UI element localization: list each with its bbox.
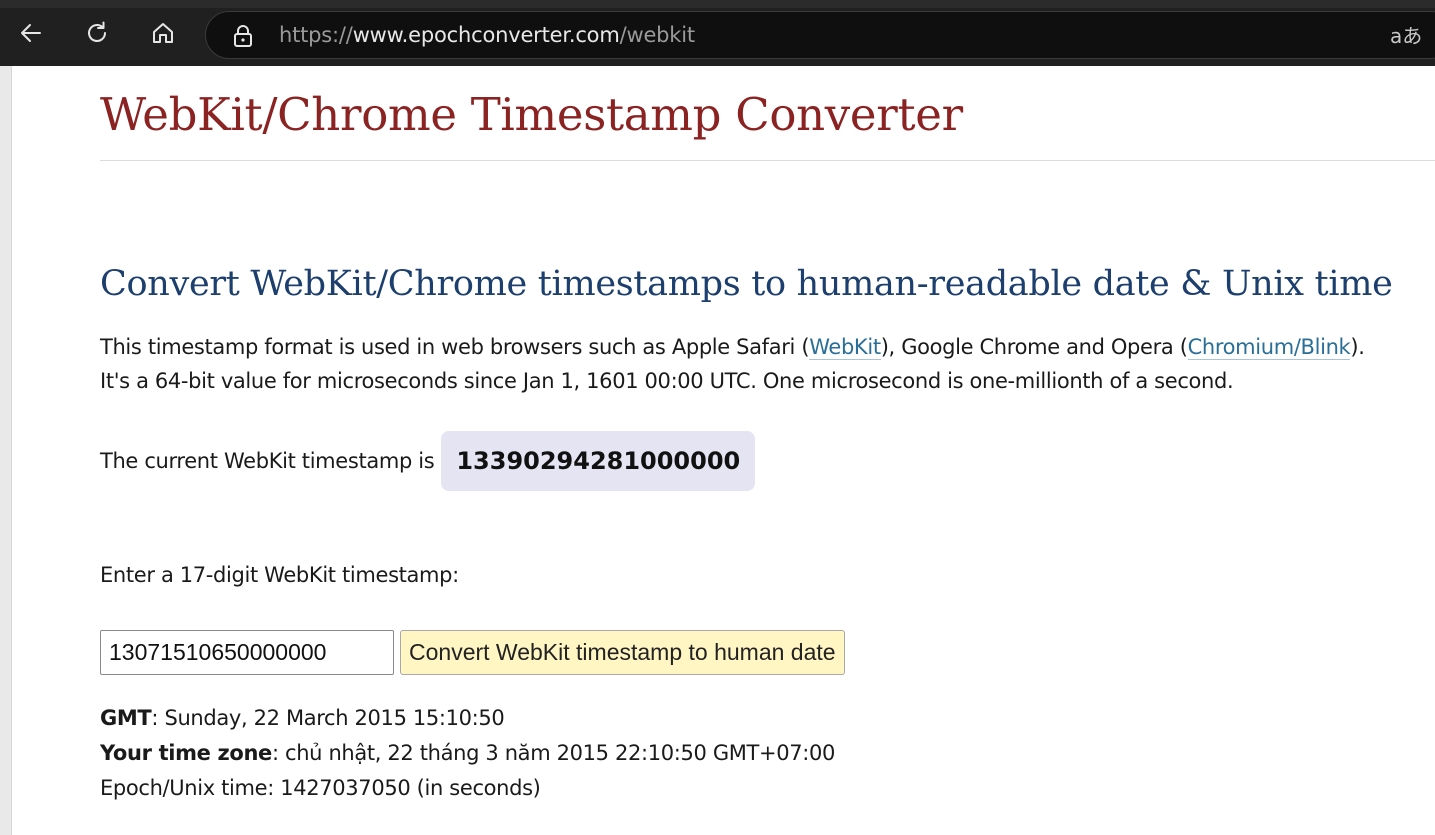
current-timestamp-label: The current WebKit timestamp is (100, 449, 435, 473)
site-title[interactable]: WebKit/Chrome Timestamp Converter (100, 88, 963, 141)
intro-text-3: ). (1350, 335, 1365, 359)
current-timestamp-value: 13390294281000000 (441, 431, 756, 491)
gmt-value: : Sunday, 22 March 2015 15:10:50 (151, 706, 505, 730)
home-button[interactable] (143, 13, 183, 53)
address-bar[interactable]: https://www.epochconverter.com/webkit (205, 11, 1435, 59)
reload-icon (88, 21, 106, 42)
title-divider (100, 160, 1435, 161)
url-host: www.epochconverter.com (352, 23, 620, 47)
result-timezone: Your time zone: chủ nhật, 22 tháng 3 năm… (100, 736, 835, 771)
intro-text-line2: It's a 64-bit value for microseconds sin… (100, 369, 1234, 393)
page-scroll-edge (0, 66, 12, 835)
webkit-link[interactable]: WebKit (809, 335, 881, 360)
translate-icon[interactable]: aあ (1390, 20, 1422, 49)
url-text[interactable]: https://www.epochconverter.com/webkit (279, 23, 695, 47)
intro-text-2: ), Google Chrome and Opera ( (880, 335, 1188, 359)
lock-icon[interactable] (232, 24, 254, 48)
enter-timestamp-label: Enter a 17-digit WebKit timestamp: (100, 563, 459, 587)
result-epoch: Epoch/Unix time: 1427037050 (in seconds) (100, 776, 541, 800)
url-scheme: https:// (279, 23, 353, 47)
reload-button[interactable] (77, 13, 117, 53)
webkit-timestamp-input[interactable] (100, 630, 394, 675)
conversion-results: GMT: Sunday, 22 March 2015 15:10:50 Your… (100, 701, 835, 806)
browser-toolbar: https://www.epochconverter.com/webkit aあ (0, 0, 1435, 66)
convert-button[interactable]: Convert WebKit timestamp to human date (400, 630, 845, 675)
tab-strip (0, 0, 1435, 8)
home-icon (153, 23, 173, 43)
result-gmt: GMT: Sunday, 22 March 2015 15:10:50 (100, 701, 835, 736)
section-heading: Convert WebKit/Chrome timestamps to huma… (100, 264, 1393, 304)
back-arrow-icon (21, 24, 41, 42)
timezone-value: : chủ nhật, 22 tháng 3 năm 2015 22:10:50… (271, 741, 836, 765)
url-path: /webkit (619, 23, 696, 47)
intro-text-1: This timestamp format is used in web bro… (100, 335, 810, 359)
intro-paragraph: This timestamp format is used in web bro… (100, 330, 1420, 398)
gmt-label: GMT (100, 706, 152, 730)
timezone-label: Your time zone (100, 741, 272, 765)
back-button[interactable] (11, 13, 51, 53)
current-timestamp-row: The current WebKit timestamp is 13390294… (100, 431, 756, 491)
chromium-blink-link[interactable]: Chromium/Blink (1187, 335, 1351, 360)
